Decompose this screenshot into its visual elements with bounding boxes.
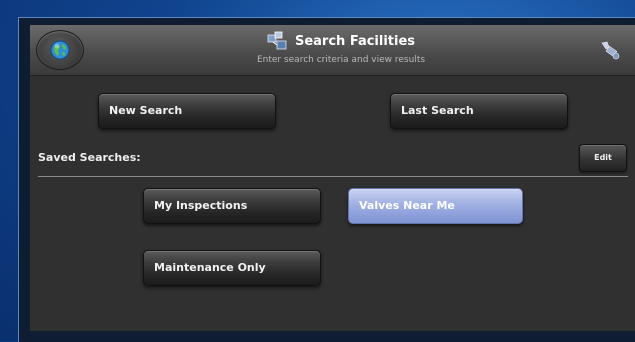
saved-search-label: Valves Near Me [359, 199, 455, 212]
divider [38, 176, 628, 177]
last-search-button[interactable]: Last Search [390, 93, 568, 129]
saved-search-label: My Inspections [154, 199, 248, 212]
last-search-label: Last Search [401, 104, 474, 117]
new-search-label: New Search [109, 104, 183, 117]
page-title: Search Facilities [294, 33, 416, 49]
saved-search-valves-near-me[interactable]: Valves Near Me [348, 188, 523, 224]
new-search-button[interactable]: New Search [98, 93, 276, 129]
edit-button[interactable]: Edit [579, 144, 627, 172]
saved-search-label: Maintenance Only [154, 261, 266, 274]
page-subtitle: Enter search criteria and view results [256, 55, 426, 65]
home-button[interactable] [36, 30, 84, 70]
settings-icon[interactable] [599, 39, 621, 61]
saved-search-maintenance-only[interactable]: Maintenance Only [143, 250, 321, 286]
search-facilities-icon [267, 31, 287, 50]
saved-searches-label: Saved Searches: [38, 151, 141, 164]
saved-search-my-inspections[interactable]: My Inspections [143, 188, 321, 224]
header-bar: Search Facilities Enter search criteria … [30, 25, 635, 76]
search-facilities-window: Search Facilities Enter search criteria … [30, 25, 635, 331]
globe-icon [50, 40, 70, 60]
header-title-group: Search Facilities Enter search criteria … [226, 31, 456, 71]
